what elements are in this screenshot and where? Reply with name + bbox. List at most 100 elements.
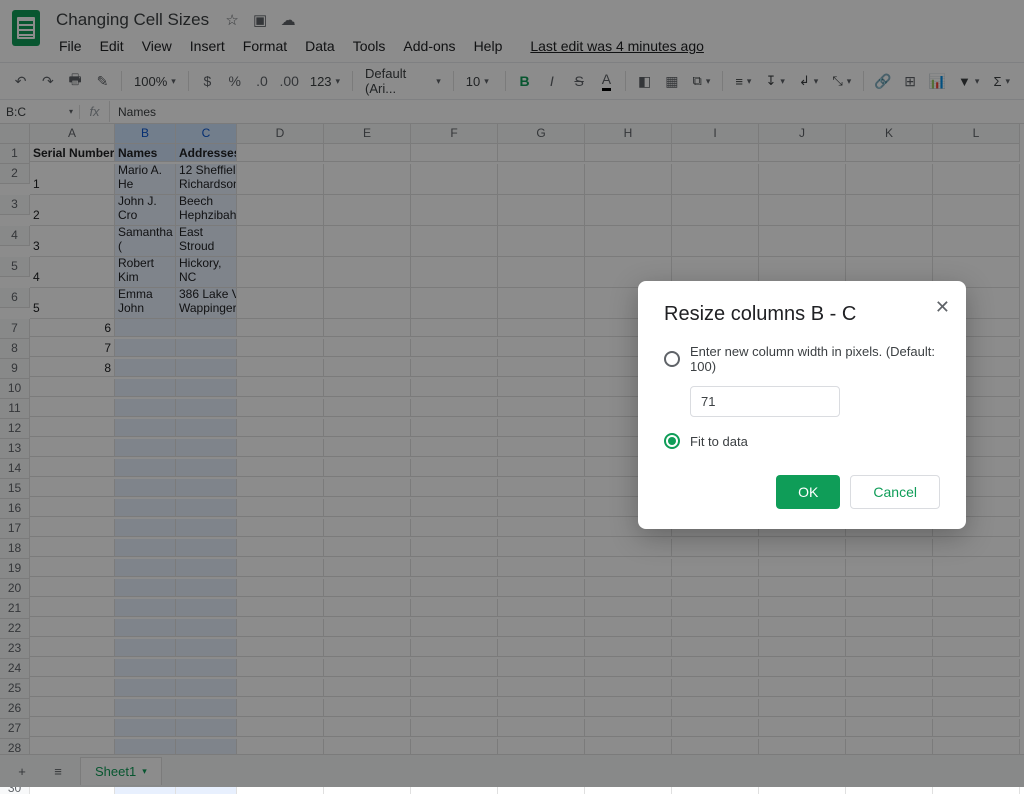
cell[interactable] <box>759 659 846 677</box>
cell[interactable] <box>759 144 846 162</box>
cell[interactable]: Samantha ( <box>115 226 176 257</box>
cell[interactable] <box>498 459 585 477</box>
cell[interactable] <box>237 319 324 337</box>
cell[interactable] <box>759 559 846 577</box>
bold-icon[interactable]: B <box>512 68 537 94</box>
cell[interactable] <box>115 679 176 697</box>
row-header-3[interactable]: 3 <box>0 195 30 215</box>
cell[interactable] <box>585 619 672 637</box>
cell[interactable]: 6 <box>30 319 115 337</box>
cell[interactable] <box>411 519 498 537</box>
filter-icon[interactable]: ▼ <box>952 68 985 94</box>
row-header-6[interactable]: 6 <box>0 288 30 308</box>
cell[interactable] <box>30 559 115 577</box>
cell[interactable] <box>324 288 411 319</box>
cell[interactable]: Emma John <box>115 288 176 319</box>
cell[interactable] <box>176 359 237 377</box>
cell[interactable] <box>324 519 411 537</box>
cell[interactable] <box>176 539 237 557</box>
row-header-11[interactable]: 11 <box>0 399 30 419</box>
cell[interactable] <box>176 459 237 477</box>
cell[interactable] <box>498 419 585 437</box>
cell[interactable] <box>30 579 115 597</box>
cell[interactable] <box>324 419 411 437</box>
cell[interactable] <box>30 639 115 657</box>
col-header-I[interactable]: I <box>672 124 759 144</box>
cell[interactable] <box>411 659 498 677</box>
cell[interactable] <box>498 479 585 497</box>
cell[interactable] <box>324 579 411 597</box>
cell[interactable] <box>585 639 672 657</box>
cell[interactable] <box>672 619 759 637</box>
col-header-D[interactable]: D <box>237 124 324 144</box>
rotate-icon[interactable]: ⤡ <box>826 68 857 94</box>
cell[interactable] <box>237 226 324 257</box>
cell[interactable] <box>759 164 846 195</box>
cell[interactable] <box>585 144 672 162</box>
cell[interactable] <box>759 679 846 697</box>
cell[interactable] <box>115 319 176 337</box>
cell[interactable] <box>324 559 411 577</box>
cell[interactable] <box>324 195 411 226</box>
cell[interactable] <box>411 539 498 557</box>
comment-icon[interactable]: ⊞ <box>898 68 923 94</box>
borders-icon[interactable]: ▦ <box>659 68 684 94</box>
cell[interactable] <box>846 579 933 597</box>
cell[interactable] <box>237 359 324 377</box>
cell[interactable]: 386 Lake Vi Wappingers <box>176 288 237 319</box>
cell[interactable]: Addresses <box>176 144 237 162</box>
row-header-25[interactable]: 25 <box>0 679 30 699</box>
cell[interactable] <box>672 679 759 697</box>
cell[interactable] <box>237 399 324 417</box>
row-header-5[interactable]: 5 <box>0 257 30 277</box>
menu-insert[interactable]: Insert <box>183 34 232 58</box>
strikethrough-icon[interactable]: S <box>567 68 592 94</box>
valign-icon[interactable]: ↧ <box>759 68 790 94</box>
cell[interactable] <box>411 679 498 697</box>
cell[interactable] <box>585 719 672 737</box>
cell[interactable] <box>324 659 411 677</box>
cell[interactable] <box>585 599 672 617</box>
number-format-combo[interactable]: 123 <box>304 68 346 94</box>
cell[interactable] <box>237 144 324 162</box>
italic-icon[interactable]: I <box>539 68 564 94</box>
cell[interactable] <box>411 719 498 737</box>
cell[interactable] <box>846 559 933 577</box>
cell[interactable] <box>585 699 672 717</box>
cell[interactable] <box>933 539 1020 557</box>
cell[interactable] <box>585 539 672 557</box>
cell[interactable] <box>324 339 411 357</box>
undo-icon[interactable]: ↶ <box>8 68 33 94</box>
col-header-B[interactable]: B <box>115 124 176 144</box>
font-combo[interactable]: Default (Ari... <box>359 68 447 94</box>
cell[interactable] <box>846 195 933 226</box>
cell[interactable] <box>672 164 759 195</box>
cell[interactable] <box>498 499 585 517</box>
cell[interactable] <box>324 144 411 162</box>
cell[interactable] <box>498 539 585 557</box>
cell[interactable] <box>324 639 411 657</box>
cell[interactable] <box>933 195 1020 226</box>
cell[interactable] <box>30 699 115 717</box>
cell[interactable] <box>237 599 324 617</box>
cell[interactable] <box>498 195 585 226</box>
cell[interactable] <box>324 539 411 557</box>
cell[interactable] <box>498 379 585 397</box>
cell[interactable] <box>237 519 324 537</box>
cell[interactable] <box>411 439 498 457</box>
cell[interactable] <box>759 579 846 597</box>
cell[interactable] <box>176 719 237 737</box>
paint-format-icon[interactable]: ✎ <box>90 68 115 94</box>
cell[interactable] <box>237 719 324 737</box>
cell[interactable] <box>30 419 115 437</box>
cell[interactable] <box>498 699 585 717</box>
decrease-decimal-icon[interactable]: .0 <box>249 68 274 94</box>
cell[interactable]: 7 <box>30 339 115 357</box>
cell[interactable] <box>585 559 672 577</box>
row-header-14[interactable]: 14 <box>0 459 30 479</box>
row-header-16[interactable]: 16 <box>0 499 30 519</box>
col-header-K[interactable]: K <box>846 124 933 144</box>
cell[interactable] <box>846 699 933 717</box>
cell[interactable] <box>933 659 1020 677</box>
cell[interactable] <box>672 195 759 226</box>
